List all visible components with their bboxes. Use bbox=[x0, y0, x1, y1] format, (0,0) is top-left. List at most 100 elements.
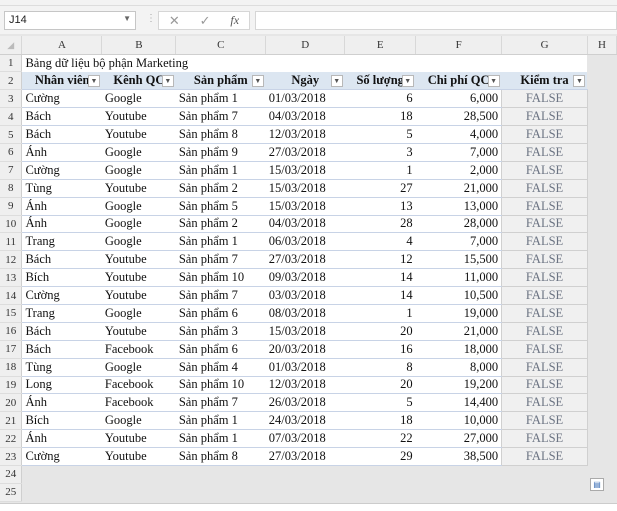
empty-cell[interactable] bbox=[587, 376, 617, 394]
empty-cell[interactable] bbox=[587, 179, 617, 198]
cell[interactable]: 28 bbox=[344, 215, 416, 234]
cell[interactable]: Sản phẩm 7 bbox=[175, 107, 266, 127]
empty-cell[interactable] bbox=[587, 322, 617, 341]
cell[interactable]: Google bbox=[101, 411, 176, 431]
cell[interactable]: 19,200 bbox=[415, 376, 502, 395]
cell[interactable]: 38,500 bbox=[415, 447, 502, 466]
row-header[interactable]: 10 bbox=[0, 215, 23, 234]
column-header-cell[interactable]: Nhân viên ▼ bbox=[21, 71, 102, 91]
cell[interactable]: Ánh bbox=[21, 393, 102, 413]
cell[interactable]: FALSE bbox=[501, 196, 588, 216]
cell[interactable]: Sản phẩm 6 bbox=[175, 304, 266, 323]
empty-cell[interactable] bbox=[587, 161, 617, 180]
empty-cell[interactable] bbox=[587, 250, 617, 269]
row-header[interactable]: 14 bbox=[0, 286, 23, 305]
empty-cell[interactable] bbox=[21, 483, 102, 502]
cell[interactable]: 2,000 bbox=[415, 161, 502, 180]
insert-function-icon[interactable]: fx bbox=[230, 13, 239, 28]
cell[interactable]: 15/03/2018 bbox=[265, 161, 345, 180]
filter-dropdown-icon[interactable]: ▼ bbox=[573, 74, 586, 87]
cell[interactable]: Long bbox=[21, 376, 102, 395]
cell[interactable]: Bách bbox=[21, 125, 102, 144]
empty-cell[interactable] bbox=[587, 107, 617, 126]
empty-cell[interactable] bbox=[501, 483, 588, 502]
empty-cell[interactable] bbox=[265, 483, 345, 502]
cell[interactable]: Youtube bbox=[101, 179, 176, 198]
cell[interactable]: Youtube bbox=[101, 429, 176, 449]
cell[interactable]: 14 bbox=[344, 268, 416, 288]
row-header[interactable]: 9 bbox=[0, 197, 23, 216]
cell[interactable]: 27/03/2018 bbox=[265, 250, 345, 270]
cell[interactable]: 3 bbox=[344, 143, 416, 162]
column-header-cell[interactable]: Kiểm tra ▼ bbox=[501, 71, 588, 91]
cell[interactable]: 11,000 bbox=[415, 268, 502, 288]
cell[interactable]: Google bbox=[101, 232, 176, 252]
cell[interactable]: Google bbox=[101, 161, 176, 180]
empty-cell[interactable] bbox=[587, 340, 617, 359]
cell[interactable]: 01/03/2018 bbox=[265, 89, 345, 109]
empty-cell[interactable] bbox=[344, 483, 416, 502]
cell[interactable]: 12/03/2018 bbox=[265, 125, 345, 144]
cell[interactable]: Sản phẩm 1 bbox=[175, 161, 266, 180]
cell[interactable]: 28,500 bbox=[415, 107, 502, 127]
cell[interactable]: Sản phẩm 2 bbox=[175, 215, 266, 234]
row-header[interactable]: 7 bbox=[0, 161, 23, 180]
column-header-g[interactable]: G bbox=[501, 36, 588, 55]
cell[interactable]: 29 bbox=[344, 447, 416, 466]
empty-cell[interactable] bbox=[265, 465, 345, 484]
column-header-c[interactable]: C bbox=[175, 36, 267, 55]
empty-cell[interactable] bbox=[344, 465, 416, 484]
cell[interactable]: 4,000 bbox=[415, 125, 502, 144]
empty-cell[interactable] bbox=[587, 411, 617, 430]
formula-input[interactable] bbox=[255, 11, 617, 30]
row-header[interactable]: 13 bbox=[0, 268, 23, 288]
chevron-down-icon[interactable]: ▼ bbox=[123, 14, 131, 23]
column-header-f[interactable]: F bbox=[415, 36, 503, 55]
cell[interactable]: 20/03/2018 bbox=[265, 340, 345, 359]
column-header-cell[interactable]: Chi phí QC ▼ bbox=[415, 71, 502, 91]
cell[interactable]: Facebook bbox=[101, 393, 176, 413]
row-header[interactable]: 23 bbox=[0, 447, 23, 466]
empty-cell[interactable] bbox=[415, 465, 502, 484]
cell[interactable]: 04/03/2018 bbox=[265, 107, 345, 127]
cell[interactable]: Bích bbox=[21, 411, 102, 431]
quick-analysis-icon[interactable]: ▤ bbox=[590, 478, 604, 491]
empty-cell[interactable] bbox=[415, 483, 502, 502]
cell[interactable]: Sản phẩm 2 bbox=[175, 179, 266, 198]
cell[interactable]: 20 bbox=[344, 376, 416, 395]
cell[interactable]: Youtube bbox=[101, 447, 176, 466]
cell[interactable]: Youtube bbox=[101, 322, 176, 341]
cell[interactable]: Trang bbox=[21, 232, 102, 252]
row-header[interactable]: 25 bbox=[0, 483, 23, 502]
empty-cell[interactable] bbox=[587, 54, 617, 72]
cell[interactable]: Tùng bbox=[21, 179, 102, 198]
cell[interactable]: 21,000 bbox=[415, 179, 502, 198]
cell[interactable]: Youtube bbox=[101, 286, 176, 305]
cell[interactable]: Ánh bbox=[21, 143, 102, 162]
cell[interactable]: Facebook bbox=[101, 340, 176, 359]
cell[interactable]: FALSE bbox=[501, 321, 588, 341]
row-header[interactable]: 6 bbox=[0, 143, 23, 162]
cell[interactable]: Sản phẩm 8 bbox=[175, 125, 266, 144]
cell[interactable]: 03/03/2018 bbox=[265, 286, 345, 305]
cell[interactable]: 13 bbox=[344, 197, 416, 216]
cell[interactable]: 20 bbox=[344, 322, 416, 341]
cell[interactable]: 14 bbox=[344, 286, 416, 305]
cell[interactable]: 14,400 bbox=[415, 393, 502, 413]
cell[interactable]: 6 bbox=[344, 89, 416, 109]
cell[interactable]: Ánh bbox=[21, 215, 102, 234]
cell[interactable]: Google bbox=[101, 215, 176, 234]
cell[interactable]: 12/03/2018 bbox=[265, 376, 345, 395]
filter-dropdown-icon[interactable]: ▼ bbox=[401, 74, 414, 87]
row-header[interactable]: 15 bbox=[0, 304, 23, 323]
cell[interactable]: Cường bbox=[21, 447, 102, 466]
cell[interactable]: Google bbox=[101, 89, 176, 109]
empty-cell[interactable] bbox=[587, 215, 617, 233]
empty-cell[interactable] bbox=[587, 447, 617, 466]
cell[interactable]: FALSE bbox=[501, 357, 588, 377]
cell[interactable]: FALSE bbox=[501, 232, 588, 252]
column-header-h[interactable]: H bbox=[587, 36, 617, 55]
row-header[interactable]: 5 bbox=[0, 125, 23, 144]
row-header[interactable]: 2 bbox=[0, 71, 23, 91]
filter-dropdown-icon[interactable]: ▼ bbox=[87, 74, 100, 87]
